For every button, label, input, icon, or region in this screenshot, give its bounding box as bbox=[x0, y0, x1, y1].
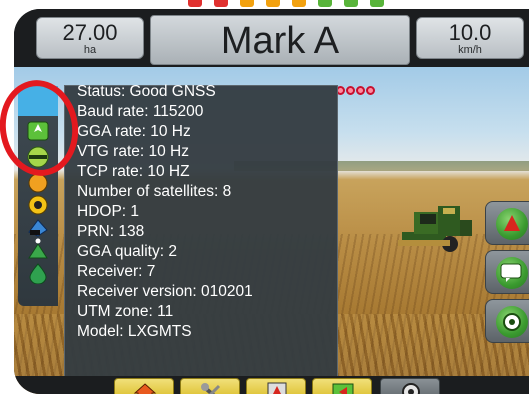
gnss-utm-zone-line: UTM zone: 11 bbox=[77, 303, 174, 320]
guidance-view-button[interactable] bbox=[485, 201, 529, 245]
boom-icon[interactable] bbox=[26, 194, 50, 216]
status-led bbox=[240, 0, 254, 7]
arrow-up-icon[interactable] bbox=[26, 238, 50, 260]
gnss-prn-line: PRN: 138 bbox=[77, 223, 145, 240]
tab-home[interactable] bbox=[114, 378, 174, 394]
speed-readout[interactable]: 10.0 km/h bbox=[416, 17, 524, 59]
speed-unit: km/h bbox=[458, 44, 482, 56]
gnss-gga-quality-line: GGA quality: 2 bbox=[77, 243, 177, 260]
gnss-receiver-version-line: Receiver version: 010201 bbox=[77, 283, 253, 300]
top-status-bar: 27.00 ha Mark A 10.0 km/h bbox=[14, 9, 529, 67]
gnss-gga-rate-line: GGA rate: 10 Hz bbox=[77, 123, 191, 140]
status-led bbox=[370, 0, 384, 7]
area-value: 27.00 bbox=[62, 20, 118, 45]
tab-gnss-view[interactable] bbox=[380, 378, 440, 394]
gnss-tcp-rate-line: TCP rate: 10 HZ bbox=[77, 163, 190, 180]
job-title-box[interactable]: Mark A bbox=[150, 15, 410, 65]
tools-icon bbox=[201, 383, 221, 394]
zoom-button[interactable] bbox=[485, 299, 529, 343]
home-icon bbox=[133, 383, 157, 394]
section-indicator-dots bbox=[336, 82, 376, 100]
screen-options-button[interactable] bbox=[485, 250, 529, 294]
status-led bbox=[214, 0, 228, 7]
status-led bbox=[292, 0, 306, 7]
status-led bbox=[266, 0, 280, 7]
guidance-view-icon bbox=[504, 215, 520, 231]
section-dot bbox=[346, 86, 355, 95]
gnss-vtg-rate-line: VTG rate: 10 Hz bbox=[77, 143, 189, 160]
gnss-hdop-line: HDOP: 1 bbox=[77, 203, 140, 220]
vehicle-view-icon bbox=[267, 382, 287, 394]
section-dot bbox=[366, 86, 375, 95]
speed-value: 10.0 bbox=[448, 20, 492, 45]
area-readout[interactable]: 27.00 ha bbox=[36, 17, 144, 59]
gnss-model-line: Model: LXGMTS bbox=[77, 323, 192, 340]
tilt-icon[interactable] bbox=[26, 216, 50, 238]
gnss-receiver-line: Receiver: 7 bbox=[77, 263, 156, 280]
job-title: Mark A bbox=[220, 20, 340, 62]
status-led bbox=[188, 0, 202, 7]
zoom-icon bbox=[503, 313, 521, 331]
gnss-status-line: Status: Good GNSS bbox=[77, 83, 216, 100]
status-led bbox=[344, 0, 358, 7]
gnss-satellites-line: Number of satellites: 8 bbox=[77, 183, 232, 200]
status-led bbox=[318, 0, 332, 7]
tab-tools[interactable] bbox=[180, 378, 240, 394]
droplet-icon[interactable] bbox=[26, 262, 50, 284]
section-dot bbox=[356, 86, 365, 95]
gnss-view-icon bbox=[402, 383, 420, 394]
area-unit: ha bbox=[83, 44, 97, 56]
screen-options-icon bbox=[500, 263, 522, 282]
field-view-icon bbox=[332, 383, 354, 394]
tab-field-view[interactable] bbox=[312, 378, 372, 394]
gnss-baud-rate-line: Baud rate: 115200 bbox=[77, 103, 204, 120]
tab-vehicle-view[interactable] bbox=[246, 378, 306, 394]
combine-harvester-image bbox=[398, 206, 472, 252]
